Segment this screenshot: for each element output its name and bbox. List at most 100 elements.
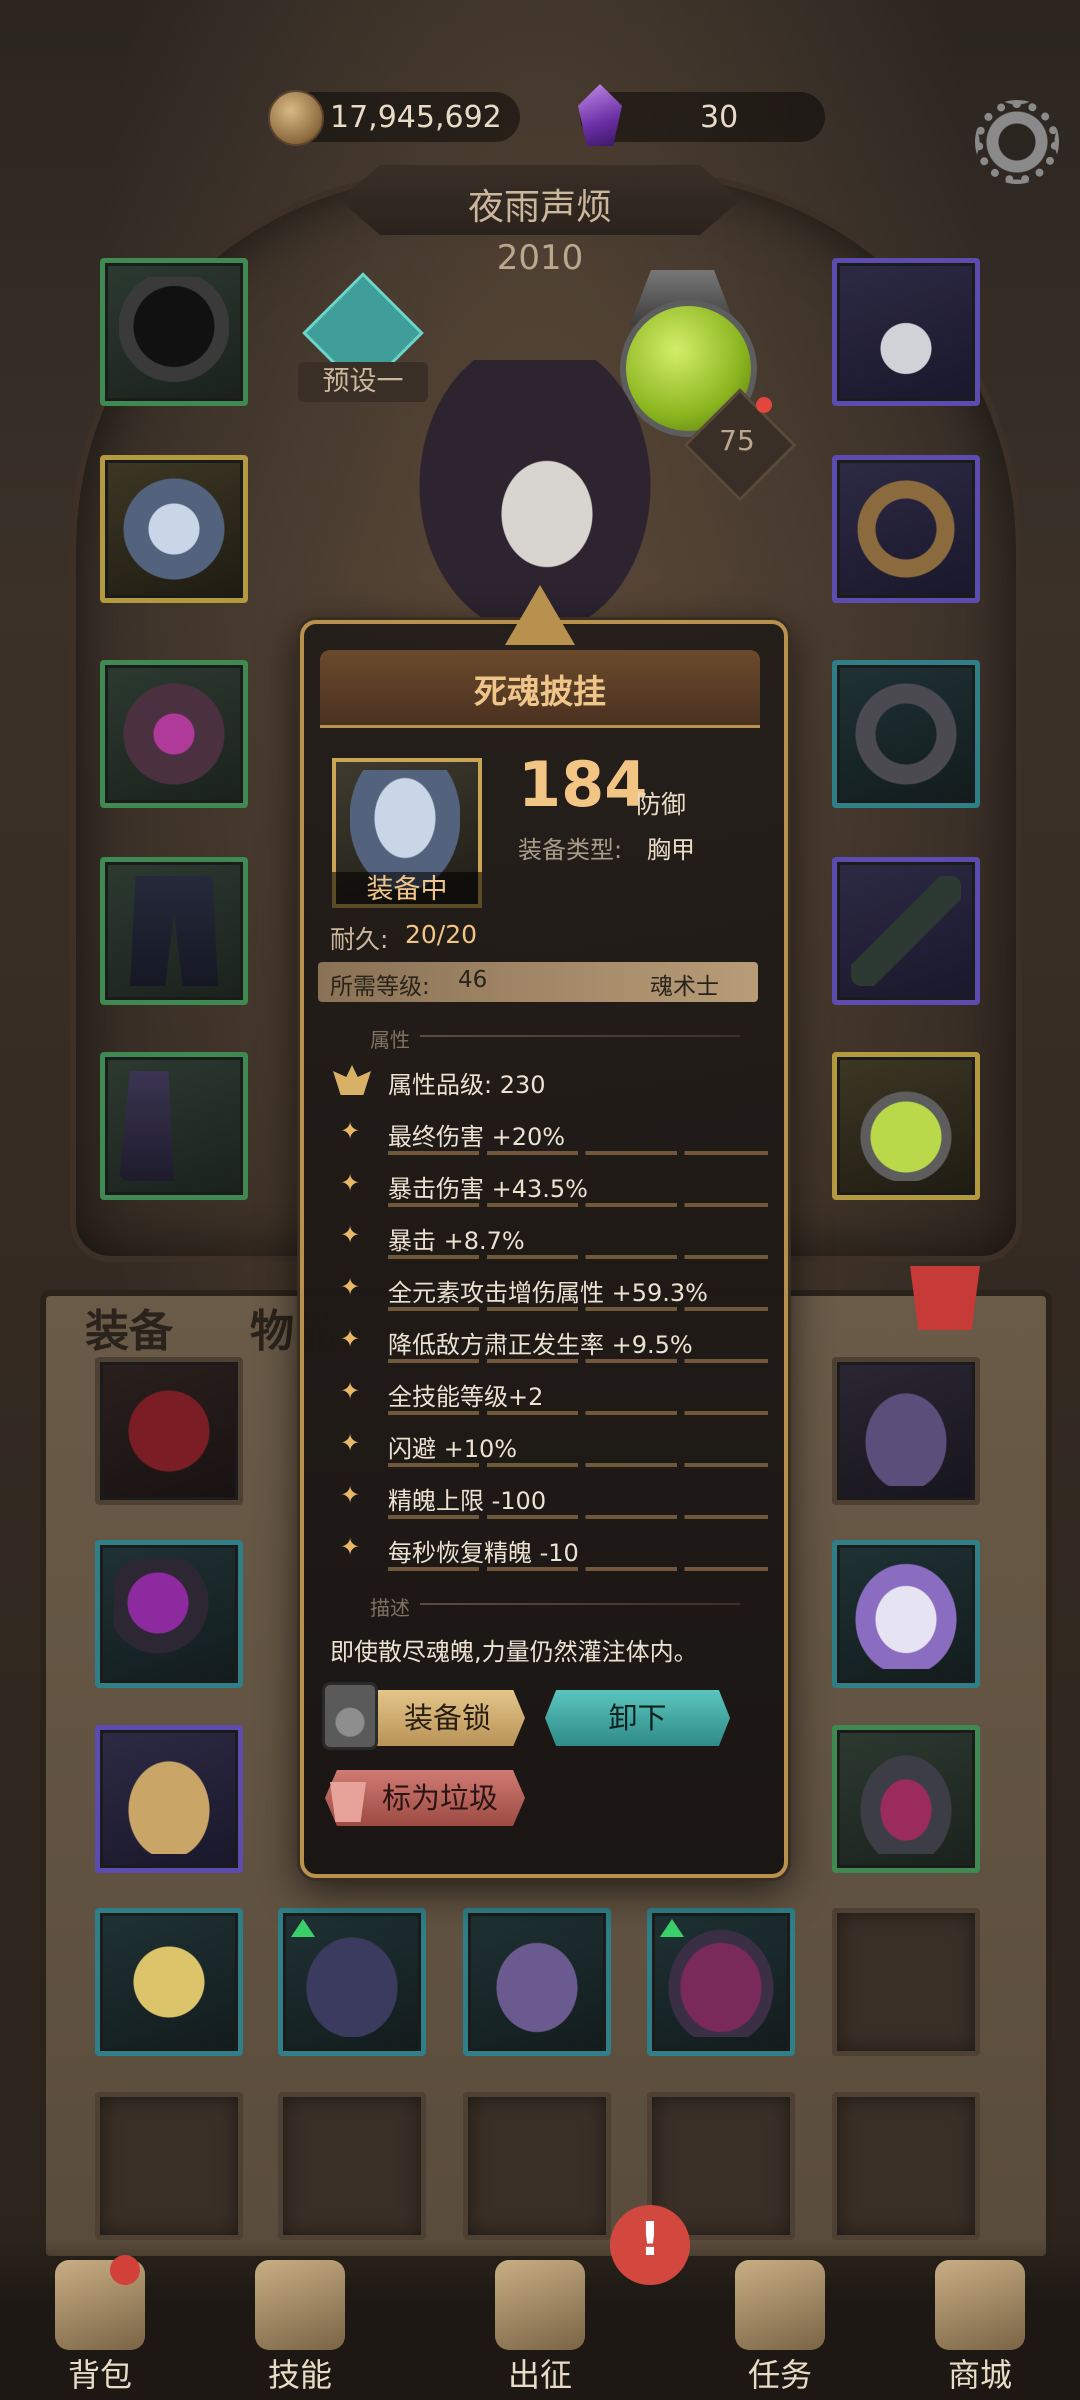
equip-slot-gloves[interactable]: [100, 660, 248, 808]
stat-row: ✦ 暴击伤害 +43.5%: [340, 1169, 768, 1213]
dark-boots-icon: [851, 1376, 961, 1486]
red-armor-icon: [114, 1376, 224, 1486]
inventory-slot[interactable]: [95, 1357, 243, 1505]
stat-text: 每秒恢复精魄 -10: [388, 1539, 579, 1567]
inventory-slot[interactable]: [647, 1908, 795, 2056]
tab-equipment[interactable]: 装备: [85, 1295, 173, 1359]
stat-row: ✦ 每秒恢复精魄 -10: [340, 1533, 768, 1577]
stat-underline: [388, 1567, 768, 1571]
star-icon: ✦: [340, 1325, 361, 1353]
stat-row: ✦ 最终伤害 +20%: [340, 1117, 768, 1161]
stat-row: ✦ 暴击 +8.7%: [340, 1221, 768, 1265]
attributes-heading: 属性: [370, 1028, 410, 1052]
stat-row: ✦ 全元素攻击增伤属性 +59.3%: [340, 1273, 768, 1317]
stat-row: ✦ 降低敌方肃正发生率 +9.5%: [340, 1325, 768, 1369]
pet-alert-dot: [756, 397, 772, 413]
stat-text: 最终伤害 +20%: [388, 1123, 566, 1151]
robe-icon: [119, 474, 229, 584]
nav-label: 任务: [747, 2356, 812, 2394]
star-icon: ✦: [340, 1533, 361, 1561]
star-icon: ✦: [340, 1221, 361, 1249]
equip-slot-boots[interactable]: [100, 1052, 248, 1200]
nav-expedition[interactable]: 出征: [450, 2250, 630, 2400]
equip-slot-weapon[interactable]: [832, 857, 980, 1005]
gem-icon: [578, 84, 622, 146]
inventory-slot[interactable]: [832, 1357, 980, 1505]
attribute-grade: 属性品级: 230: [340, 1065, 740, 1109]
unequip-button[interactable]: 卸下: [545, 1690, 730, 1746]
inventory-slot[interactable]: [95, 1908, 243, 2056]
stat-text: 全元素攻击增伤属性 +59.3%: [388, 1279, 708, 1307]
nav-label: 出征: [507, 2356, 572, 2394]
nav-label: 背包: [67, 2356, 132, 2394]
inventory-slot-empty[interactable]: [832, 2092, 980, 2240]
durability-label: 耐久:: [330, 925, 389, 954]
stat-underline: [388, 1307, 768, 1311]
stat-text: 精魄上限 -100: [388, 1487, 547, 1515]
star-icon: ✦: [340, 1429, 361, 1457]
type-label: 装备类型:: [518, 836, 623, 864]
divider: [420, 1603, 740, 1605]
inventory-slot-empty[interactable]: [463, 2092, 611, 2240]
equip-slot-necklace[interactable]: [832, 258, 980, 406]
inventory-slot[interactable]: [832, 1540, 980, 1688]
inventory-slot[interactable]: [95, 1725, 243, 1873]
scythe-icon: [851, 876, 961, 986]
equip-slot-chest[interactable]: [100, 455, 248, 603]
inventory-slot[interactable]: [463, 1908, 611, 2056]
attribute-grade-text: 属性品级: 230: [388, 1071, 546, 1099]
divider: [420, 1035, 740, 1037]
gear-icon[interactable]: [975, 100, 1059, 184]
skills-icon: [255, 2260, 345, 2350]
inventory-slot-empty[interactable]: [95, 2092, 243, 2240]
defense-value: 184: [518, 748, 648, 821]
equip-slot-ring[interactable]: [832, 660, 980, 808]
star-icon: ✦: [340, 1117, 361, 1145]
inventory-slot-empty[interactable]: [832, 1908, 980, 2056]
required-level-label: 所需等级:: [330, 974, 430, 1000]
nav-label: 技能: [267, 2356, 332, 2394]
purple-armor-icon: [666, 1927, 776, 2037]
gold-counter[interactable]: 17,945,692: [268, 90, 520, 146]
shop-icon: [935, 2260, 1025, 2350]
inventory-slot[interactable]: [278, 1908, 426, 2056]
equip-slot-offhand[interactable]: [832, 455, 980, 603]
top-bar: 17,945,692 30: [0, 0, 1080, 184]
inventory-slot[interactable]: [832, 1725, 980, 1873]
hood-icon: [119, 277, 229, 387]
nav-quests[interactable]: 任务: [690, 2250, 870, 2400]
equip-slot-pet[interactable]: [832, 1052, 980, 1200]
equipped-badge: 装备中: [332, 872, 482, 908]
mask-icon: [851, 1744, 961, 1854]
nav-label: 商城: [947, 2356, 1012, 2394]
boots-icon: [119, 1071, 174, 1181]
equip-slot-helmet[interactable]: [100, 258, 248, 406]
nav-skills[interactable]: 技能: [210, 2250, 390, 2400]
stat-text: 降低敌方肃正发生率 +9.5%: [388, 1331, 693, 1359]
stat-underline: [388, 1515, 768, 1519]
potion-icon: [851, 1071, 961, 1181]
pet-level: 75: [719, 424, 755, 457]
expedition-icon: [495, 2260, 585, 2350]
preset-button[interactable]: 预设一: [298, 362, 428, 402]
defense-unit: 防御: [636, 790, 687, 819]
amulet-icon: [851, 277, 961, 387]
equip-slot-legs[interactable]: [100, 857, 248, 1005]
gold-amount: 17,945,692: [330, 100, 502, 135]
nav-bag[interactable]: 背包: [10, 2250, 190, 2400]
stat-text: 全技能等级+2: [388, 1383, 544, 1411]
nav-shop[interactable]: 商城: [890, 2250, 1070, 2400]
quests-icon: [735, 2260, 825, 2350]
stat-row: ✦ 精魄上限 -100: [340, 1481, 768, 1525]
inventory-slot-empty[interactable]: [278, 2092, 426, 2240]
gem-amount: 30: [700, 100, 739, 135]
bag-alert-dot: [110, 2255, 140, 2285]
dress-icon: [851, 1559, 961, 1669]
stat-underline: [388, 1411, 768, 1415]
description-heading: 描述: [370, 1596, 410, 1620]
pants-icon: [130, 876, 218, 986]
inventory-slot[interactable]: [95, 1540, 243, 1688]
gem-counter[interactable]: 30: [578, 84, 825, 146]
gold-charm-icon: [114, 1927, 224, 2037]
stat-text: 暴击伤害 +43.5%: [388, 1175, 588, 1203]
